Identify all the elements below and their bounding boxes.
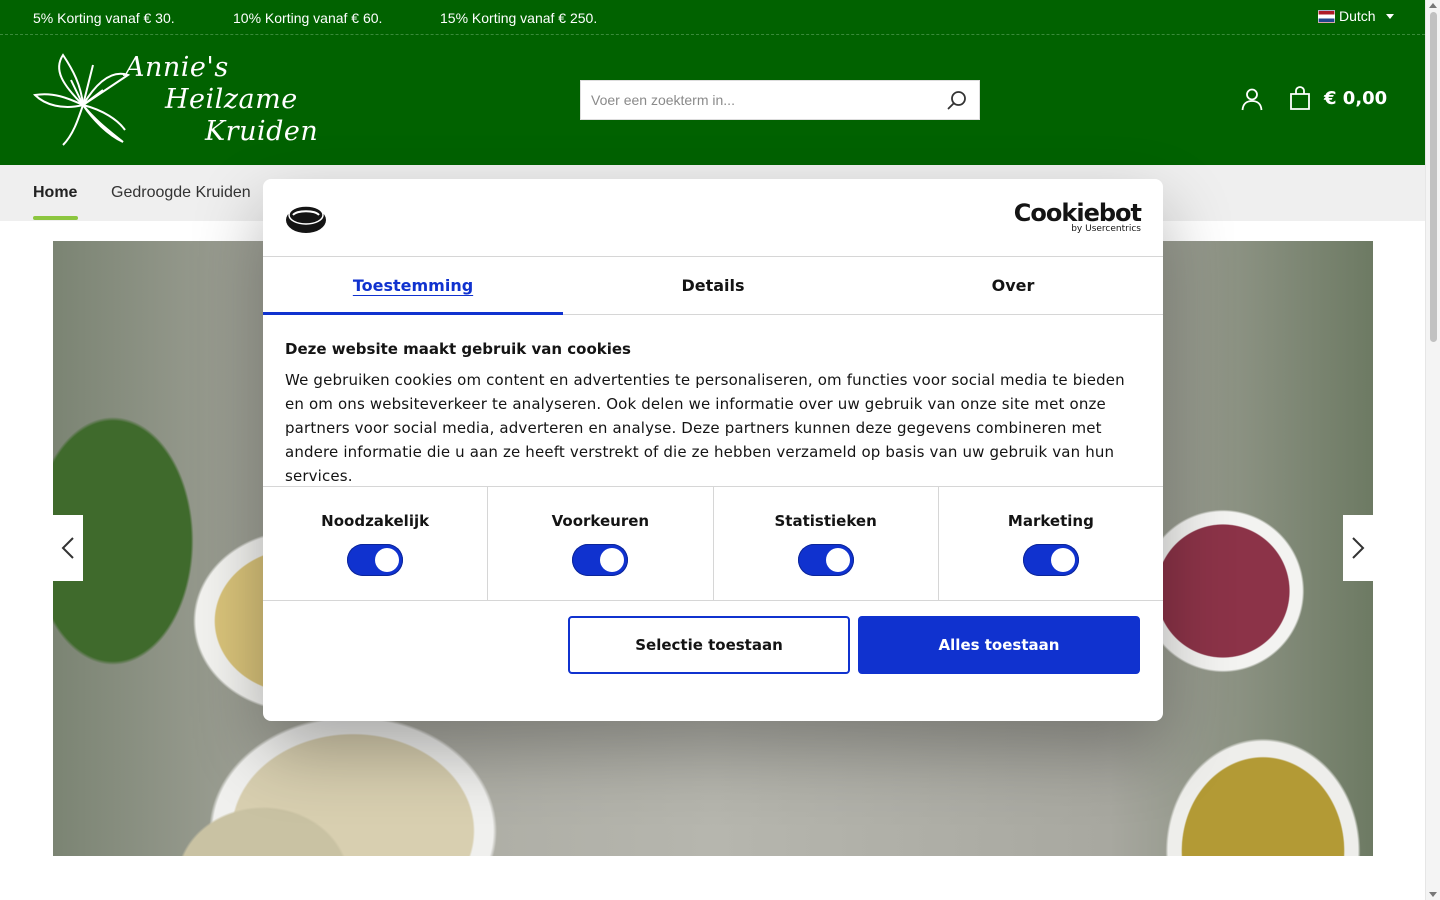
cookie-actions: Selectie toestaan Alles toestaan <box>263 601 1163 721</box>
toggle-marketing[interactable] <box>1022 544 1079 576</box>
nav-active-indicator <box>33 216 78 220</box>
allow-selection-button[interactable]: Selectie toestaan <box>568 616 850 674</box>
slider-next-button[interactable] <box>1343 515 1373 581</box>
dutch-flag-icon <box>1318 9 1335 23</box>
chevron-down-icon <box>1385 13 1394 19</box>
page-scrollbar[interactable] <box>1425 0 1440 900</box>
cookie-tabs: Toestemming Details Over <box>263 257 1163 315</box>
cookie-consent-dialog: Cookiebot by Usercentrics Toestemming De… <box>263 179 1163 721</box>
toggle-knob <box>600 548 625 572</box>
toggle-cell-marketing: Marketing <box>939 487 1163 600</box>
chevron-right-icon <box>1352 537 1365 559</box>
search-icon[interactable] <box>947 90 967 110</box>
shopping-bag-icon <box>1290 86 1310 110</box>
nav-item-home[interactable]: Home <box>33 184 77 202</box>
promo-discount-2: 10% Korting vanaf € 60. <box>233 10 383 26</box>
logo-line-2: Heilzame <box>165 84 298 115</box>
search-bar <box>580 80 980 120</box>
toggle-knob <box>825 548 850 572</box>
cookie-category-toggles: Noodzakelijk Voorkeuren Statistieken Mar… <box>263 487 1163 601</box>
promo-discount-1: 5% Korting vanaf € 30. <box>33 10 175 26</box>
logo-line-1: Annie's <box>125 52 229 83</box>
toggle-voorkeuren[interactable] <box>572 544 629 576</box>
toggle-label: Noodzakelijk <box>321 512 430 530</box>
nav-item-gedroogde-kruiden[interactable]: Gedroogde Kruiden <box>111 184 251 202</box>
toggle-label: Voorkeuren <box>551 512 650 530</box>
site-logo[interactable]: Annie's Heilzame Kruiden <box>33 50 323 150</box>
scroll-down-arrow-icon[interactable] <box>1429 892 1437 897</box>
site-header: Annie's Heilzame Kruiden € 0,00 <box>0 35 1425 165</box>
promo-discount-3: 15% Korting vanaf € 250. <box>440 10 598 26</box>
allow-all-button[interactable]: Alles toestaan <box>858 616 1140 674</box>
tab-details[interactable]: Details <box>563 257 863 314</box>
toggle-knob <box>1050 548 1075 572</box>
scroll-up-arrow-icon[interactable] <box>1429 3 1437 8</box>
toggle-label: Marketing <box>1007 512 1094 530</box>
cookie-dialog-header: Cookiebot by Usercentrics <box>263 179 1163 257</box>
toggle-label: Statistieken <box>774 512 877 530</box>
chevron-left-icon <box>61 537 74 559</box>
promo-bar: 5% Korting vanaf € 30. 10% Korting vanaf… <box>0 0 1425 35</box>
toggle-cell-noodzakelijk: Noodzakelijk <box>263 487 489 600</box>
cookie-body: Deze website maakt gebruik van cookies W… <box>263 315 1163 487</box>
toggle-noodzakelijk[interactable] <box>347 544 404 576</box>
tab-over[interactable]: Over <box>863 257 1163 314</box>
account-icon[interactable] <box>1240 87 1264 111</box>
cookiebot-brand[interactable]: Cookiebot by Usercentrics <box>1013 199 1142 234</box>
toggle-cell-voorkeuren: Voorkeuren <box>488 487 714 600</box>
scroll-thumb[interactable] <box>1430 12 1437 342</box>
toggle-knob <box>375 548 400 572</box>
lily-icon <box>33 53 131 146</box>
logo-line-3: Kruiden <box>205 116 319 147</box>
cookie-description: We gebruiken cookies om content en adver… <box>285 371 1125 485</box>
cookiebot-brand-name: Cookiebot <box>1013 199 1142 227</box>
cookiebot-logo-icon <box>286 205 326 233</box>
toggle-cell-statistieken: Statistieken <box>714 487 939 600</box>
language-selector[interactable]: Dutch <box>1318 8 1394 24</box>
toggle-statistieken[interactable] <box>797 544 854 576</box>
language-label: Dutch <box>1339 8 1376 24</box>
cart-button[interactable]: € 0,00 <box>1288 86 1387 110</box>
search-input[interactable] <box>581 81 941 119</box>
cookie-title: Deze website maakt gebruik van cookies <box>285 340 631 358</box>
cart-total: € 0,00 <box>1324 87 1388 109</box>
slider-prev-button[interactable] <box>53 515 83 581</box>
tab-toestemming[interactable]: Toestemming <box>263 257 563 315</box>
